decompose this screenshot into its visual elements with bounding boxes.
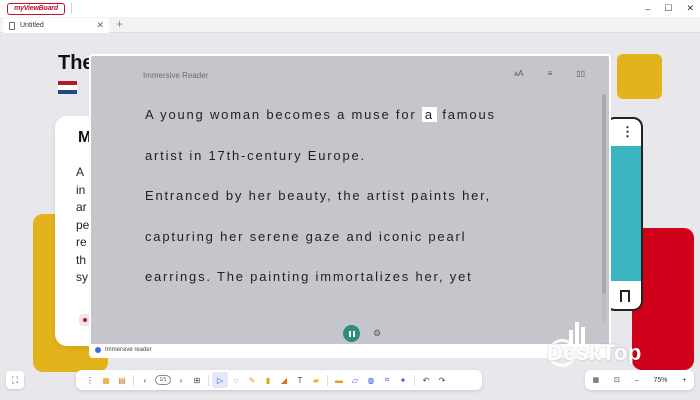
minimize-button[interactable]: –: [645, 4, 650, 14]
toolbox-icon[interactable]: ▦: [98, 372, 114, 388]
highlighted-word: a: [421, 107, 437, 122]
reader-line: Entranced by her beauty, the artist pain…: [145, 188, 491, 203]
zoom-out-button[interactable]: –: [635, 377, 639, 384]
reader-status-label: Immersive reader: [105, 347, 152, 353]
reader-app-icon: [95, 347, 101, 353]
watermark-text: DeskTop: [547, 340, 642, 365]
title-bar: myViewBoard – ☐ ✕: [0, 0, 700, 17]
scrollbar-thumb[interactable]: [602, 94, 606, 294]
tab-bar: Untitled ✕ +: [0, 17, 700, 33]
lasso-icon[interactable]: ◌: [228, 372, 244, 388]
decorative-block-yellow: [617, 54, 662, 99]
clipboard-icon[interactable]: ▤: [114, 372, 130, 388]
app-logo: myViewBoard: [7, 2, 65, 15]
pause-button[interactable]: [343, 325, 360, 342]
zoom-control: ▦ ⊡ – 75% +: [585, 370, 694, 390]
text-icon[interactable]: T: [292, 372, 308, 388]
reader-line: earrings. The painting immortalizes her,…: [145, 269, 473, 284]
select-icon[interactable]: ▷: [212, 372, 228, 388]
document-icon: [9, 21, 15, 30]
add-tab-button[interactable]: +: [116, 17, 123, 32]
previous-page-icon[interactable]: ‹: [137, 372, 153, 388]
reader-toolbar: ᴀA ≡ ▯▯: [514, 69, 585, 78]
reader-line: capturing her serene gaze and iconic pea…: [145, 228, 467, 244]
card-text: A in ar pe re th sy: [76, 165, 90, 284]
fit-screen-button[interactable]: ⛶: [6, 371, 24, 389]
divider: [414, 374, 415, 386]
grid-icon[interactable]: ▦: [592, 376, 599, 384]
pause-icon: [348, 330, 355, 337]
highlighter-icon[interactable]: ▮: [260, 372, 276, 388]
sticky-note-icon[interactable]: ▰: [308, 372, 324, 388]
reading-preferences-icon[interactable]: ▯▯: [576, 69, 585, 78]
magic-box-icon[interactable]: ✦: [395, 372, 411, 388]
tab-untitled[interactable]: Untitled ✕: [3, 18, 109, 33]
divider: [133, 374, 134, 386]
pen-icon[interactable]: ✎: [244, 372, 260, 388]
main-toolbar: ⋮ ▦ ▤ ‹ 1/1 › ⊞ ▷ ◌ ✎ ▮ ◢ T ▰ ▬ ▱ ◍ ⌗ ✦ …: [76, 370, 482, 390]
immersive-reader-panel: Immersive Reader ᴀA ≡ ▯▯ A young woman b…: [89, 54, 611, 358]
eraser-icon[interactable]: ◢: [276, 372, 292, 388]
divider: [208, 374, 209, 386]
menu-icon[interactable]: ⋮: [82, 372, 98, 388]
close-button[interactable]: ✕: [686, 3, 694, 14]
grammar-options-icon[interactable]: ≡: [548, 69, 553, 78]
tab-label: Untitled: [20, 22, 44, 29]
bookmark-icon[interactable]: [620, 290, 630, 302]
divider: [71, 3, 72, 14]
reader-line: A young woman becomes a muse for a famou…: [145, 107, 496, 122]
text-preferences-icon[interactable]: ᴀA: [514, 69, 523, 78]
reader-line: artist in 17th-century Europe.: [145, 147, 366, 163]
voice-settings-icon[interactable]: ⚙: [373, 328, 381, 339]
shape-icon[interactable]: ▱: [347, 372, 363, 388]
redo-icon[interactable]: ↷: [434, 372, 450, 388]
reader-text: A young woman becomes a muse for a famou…: [145, 102, 575, 305]
more-options-icon[interactable]: ⋮: [621, 124, 634, 140]
netherlands-flag-icon: [58, 81, 77, 94]
zoom-in-button[interactable]: +: [682, 377, 686, 384]
maximize-button[interactable]: ☐: [664, 3, 672, 14]
window-controls: – ☐ ✕: [645, 0, 694, 17]
capture-icon[interactable]: ⌗: [379, 372, 395, 388]
fit-icon[interactable]: ⊡: [614, 376, 620, 384]
page-indicator[interactable]: 1/1: [155, 375, 171, 385]
close-tab-icon[interactable]: ✕: [96, 20, 104, 31]
reader-status-bar: Immersive reader: [91, 344, 609, 356]
divider: [327, 374, 328, 386]
zoom-level[interactable]: 75%: [654, 377, 668, 384]
globe-icon[interactable]: ◍: [363, 372, 379, 388]
add-page-icon[interactable]: ⊞: [189, 372, 205, 388]
card-image: [607, 146, 641, 281]
next-page-icon[interactable]: ›: [173, 372, 189, 388]
undo-icon[interactable]: ↶: [418, 372, 434, 388]
reader-title: Immersive Reader: [143, 71, 209, 80]
folder-icon[interactable]: ▬: [331, 372, 347, 388]
